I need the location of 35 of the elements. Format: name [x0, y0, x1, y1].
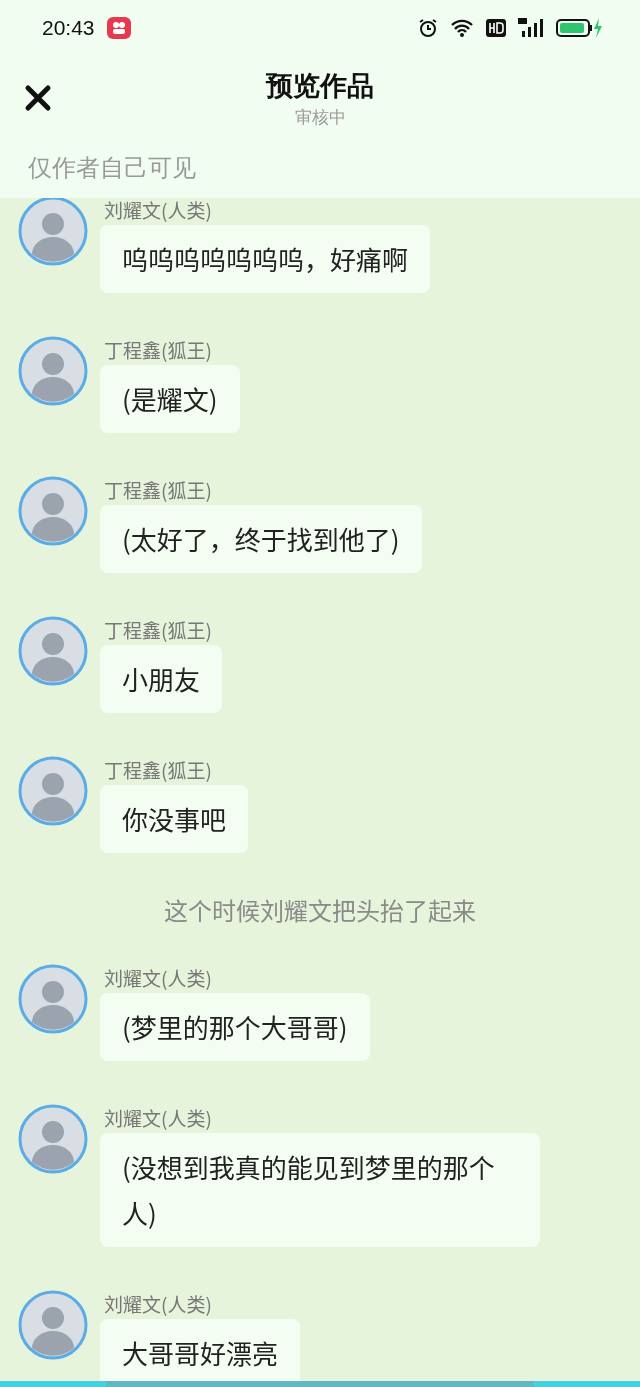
- message-bubble: (是耀文): [100, 365, 240, 433]
- battery-charging-icon: [556, 17, 602, 39]
- message-bubble: 小朋友: [100, 645, 222, 713]
- avatar: [18, 198, 88, 266]
- avatar: [18, 336, 88, 406]
- message-bubble: 呜呜呜呜呜呜呜，好痛啊: [100, 225, 430, 293]
- sender-name: 刘耀文(人类): [104, 198, 212, 222]
- avatar: [18, 756, 88, 826]
- app-notification-icon: [106, 17, 131, 39]
- wifi-icon: [450, 18, 474, 38]
- message-bubble: 你没事吧: [100, 785, 248, 853]
- message-bubble: (梦里的那个大哥哥): [100, 993, 370, 1061]
- sender-name: 刘耀文(人类): [104, 1292, 212, 1316]
- alarm-icon: [418, 18, 438, 38]
- sender-name: 丁程鑫(狐王): [104, 758, 212, 782]
- narration-text: 这个时候刘耀文把头抬了起来: [163, 891, 477, 929]
- review-status: 审核中: [294, 106, 346, 129]
- sender-name: 丁程鑫(狐王): [104, 618, 212, 642]
- clock-time: 20:43: [42, 16, 95, 40]
- sender-name: 丁程鑫(狐王): [104, 338, 212, 362]
- avatar: [18, 476, 88, 546]
- avatar: [18, 1104, 88, 1174]
- signal-icon: [518, 17, 544, 39]
- avatar: [18, 616, 88, 686]
- close-button[interactable]: [24, 84, 52, 112]
- page-title: 预览作品: [266, 69, 374, 103]
- message-bubble: (太好了，终于找到他了): [100, 505, 422, 573]
- visibility-notice: 仅作者自己可见: [27, 153, 197, 184]
- message-bubble: (没想到我真的能见到梦里的那个人): [100, 1133, 540, 1247]
- avatar: [18, 964, 88, 1034]
- sender-name: 刘耀文(人类): [104, 1106, 212, 1130]
- avatar: [18, 1290, 88, 1360]
- sender-name: 丁程鑫(狐王): [104, 478, 212, 502]
- sender-name: 刘耀文(人类): [104, 966, 212, 990]
- hd-icon: [486, 19, 506, 37]
